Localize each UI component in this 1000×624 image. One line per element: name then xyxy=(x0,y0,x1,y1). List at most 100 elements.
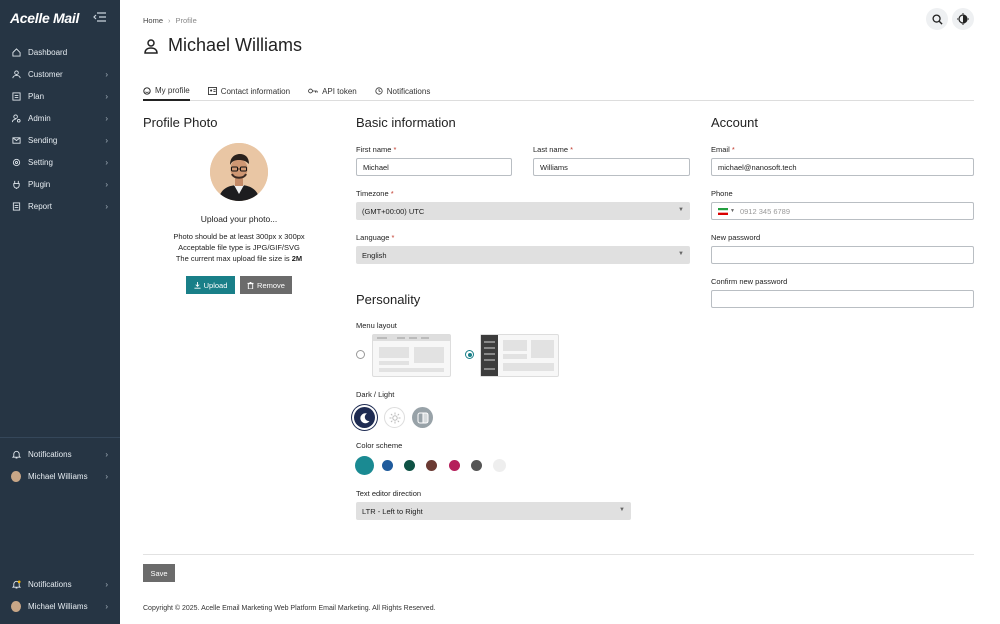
sidebar-item-sending[interactable]: Sending › xyxy=(0,129,120,151)
color-swatch-magenta[interactable] xyxy=(449,460,460,471)
iran-flag-icon xyxy=(718,207,728,215)
user-icon xyxy=(144,38,158,54)
menu-layout-top-radio[interactable] xyxy=(356,350,365,359)
sidebar-item-plan[interactable]: Plan › xyxy=(0,85,120,107)
caret-down-icon: ▼ xyxy=(619,507,625,513)
report-icon xyxy=(11,201,21,211)
sidebar-nav: Dashboard Customer › Plan › Admin › Send… xyxy=(0,41,120,217)
sidebar-item-plugin[interactable]: Plugin › xyxy=(0,173,120,195)
sidebar-item-label: Dashboard xyxy=(28,47,68,57)
tab-api-token[interactable]: API token xyxy=(308,82,357,100)
tab-label: Notifications xyxy=(386,86,431,96)
new-password-input[interactable] xyxy=(711,246,974,264)
label-text: Language xyxy=(356,233,390,242)
chevron-right-icon: › xyxy=(105,157,108,167)
sidebar-item-label: Sending xyxy=(28,135,58,145)
upload-button[interactable]: Upload xyxy=(186,276,235,294)
breadcrumb: Home › Profile xyxy=(143,16,197,25)
sidebar-item-label: Plugin xyxy=(28,179,51,189)
caret-down-icon[interactable]: ▼ xyxy=(730,208,735,214)
email-input[interactable]: michael@nanosoft.tech xyxy=(711,158,974,176)
profile-photo[interactable] xyxy=(210,143,268,201)
collapse-menu-icon[interactable] xyxy=(93,11,106,25)
menu-layout-label: Menu layout xyxy=(356,321,397,330)
color-swatch-teal[interactable] xyxy=(355,456,374,475)
sidebar-item-setting[interactable]: Setting › xyxy=(0,151,120,173)
label-text: Timezone xyxy=(356,189,389,198)
color-swatch-brown[interactable] xyxy=(426,460,437,471)
language-select[interactable]: English ▼ xyxy=(356,246,690,264)
save-button[interactable]: Save xyxy=(143,564,175,582)
menu-layout-left-radio[interactable] xyxy=(465,350,474,359)
menu-layout-top-option[interactable] xyxy=(372,334,451,377)
tab-label: Contact information xyxy=(220,86,291,96)
sidebar-bottom-secondary: Notifications › Michael Williams › xyxy=(0,573,120,617)
avatar xyxy=(11,470,21,482)
light-mode-button[interactable] xyxy=(384,407,405,428)
chevron-right-icon: › xyxy=(105,69,108,79)
breadcrumb-current: Profile xyxy=(175,16,197,25)
color-swatch-dark-green[interactable] xyxy=(404,460,415,471)
auto-mode-button[interactable] xyxy=(412,407,433,428)
admin-icon xyxy=(11,113,21,123)
label-text: Email xyxy=(711,145,730,154)
contact-card-icon xyxy=(207,87,217,95)
sidebar-item-label: Notifications xyxy=(28,449,72,459)
bell-icon xyxy=(11,449,21,459)
chevron-right-icon: › xyxy=(105,471,108,481)
tab-label: API token xyxy=(322,86,357,96)
remove-label: Remove xyxy=(257,280,285,290)
profile-tabs: My profile Contact information API token… xyxy=(143,82,974,101)
color-swatch-light[interactable] xyxy=(493,459,506,472)
avatar xyxy=(11,600,21,612)
first-name-label: First name * xyxy=(356,145,396,154)
chevron-right-icon: › xyxy=(105,449,108,459)
language-value: English xyxy=(362,250,387,260)
sidebar-notifications-2[interactable]: Notifications › xyxy=(0,573,120,595)
caret-down-icon: ▼ xyxy=(678,207,684,213)
plan-icon xyxy=(11,91,21,101)
basic-information-title: Basic information xyxy=(356,115,456,130)
color-swatch-gray[interactable] xyxy=(471,460,482,471)
auto-theme-icon xyxy=(417,412,428,423)
tab-contact-information[interactable]: Contact information xyxy=(207,82,291,100)
chevron-right-icon: › xyxy=(105,179,108,189)
sidebar-item-report[interactable]: Report › xyxy=(0,195,120,217)
breadcrumb-home[interactable]: Home xyxy=(143,16,163,25)
sidebar-user[interactable]: Michael Williams › xyxy=(0,465,120,487)
tab-my-profile[interactable]: My profile xyxy=(143,82,190,101)
photo-size-hint: Photo should be at least 300px x 300px xyxy=(173,232,305,241)
chevron-right-icon: › xyxy=(105,135,108,145)
sidebar-item-label: Michael Williams xyxy=(28,601,88,611)
tab-notifications[interactable]: Notifications xyxy=(375,82,431,100)
sidebar-user-2[interactable]: Michael Williams › xyxy=(0,595,120,617)
sidebar-item-admin[interactable]: Admin › xyxy=(0,107,120,129)
bell-icon xyxy=(11,579,21,589)
search-button[interactable] xyxy=(926,8,948,30)
text-direction-select[interactable]: LTR - Left to Right ▼ xyxy=(356,502,631,520)
phone-input[interactable]: ▼ 0912 345 6789 xyxy=(711,202,974,220)
maxsize-value: 2M xyxy=(291,254,303,263)
app-logo[interactable]: Acelle Mail xyxy=(10,10,79,26)
chevron-right-icon: › xyxy=(105,579,108,589)
first-name-input[interactable]: Michael xyxy=(356,158,512,176)
sidebar-divider xyxy=(0,437,120,438)
search-icon xyxy=(931,13,943,25)
dark-mode-button[interactable] xyxy=(354,407,375,428)
color-swatch-blue[interactable] xyxy=(382,460,393,471)
sidebar-item-dashboard[interactable]: Dashboard xyxy=(0,41,120,63)
smile-icon xyxy=(143,86,151,95)
last-name-input[interactable]: Williams xyxy=(533,158,690,176)
timezone-select[interactable]: (GMT+00:00) UTC ▼ xyxy=(356,202,690,220)
confirm-password-input[interactable] xyxy=(711,290,974,308)
theme-toggle-button[interactable] xyxy=(952,8,974,30)
menu-layout-left-option[interactable] xyxy=(480,334,559,377)
key-icon xyxy=(308,88,318,94)
sidebar-item-customer[interactable]: Customer › xyxy=(0,63,120,85)
sidebar-notifications[interactable]: Notifications › xyxy=(0,443,120,465)
main-content: Home › Profile Michael Williams My profile… xyxy=(120,0,1000,624)
sidebar-item-label: Setting xyxy=(28,157,53,167)
remove-button[interactable]: Remove xyxy=(240,276,292,294)
upload-heading: Upload your photo... xyxy=(200,214,278,224)
maxsize-prefix: The current max upload file size is xyxy=(175,254,292,263)
